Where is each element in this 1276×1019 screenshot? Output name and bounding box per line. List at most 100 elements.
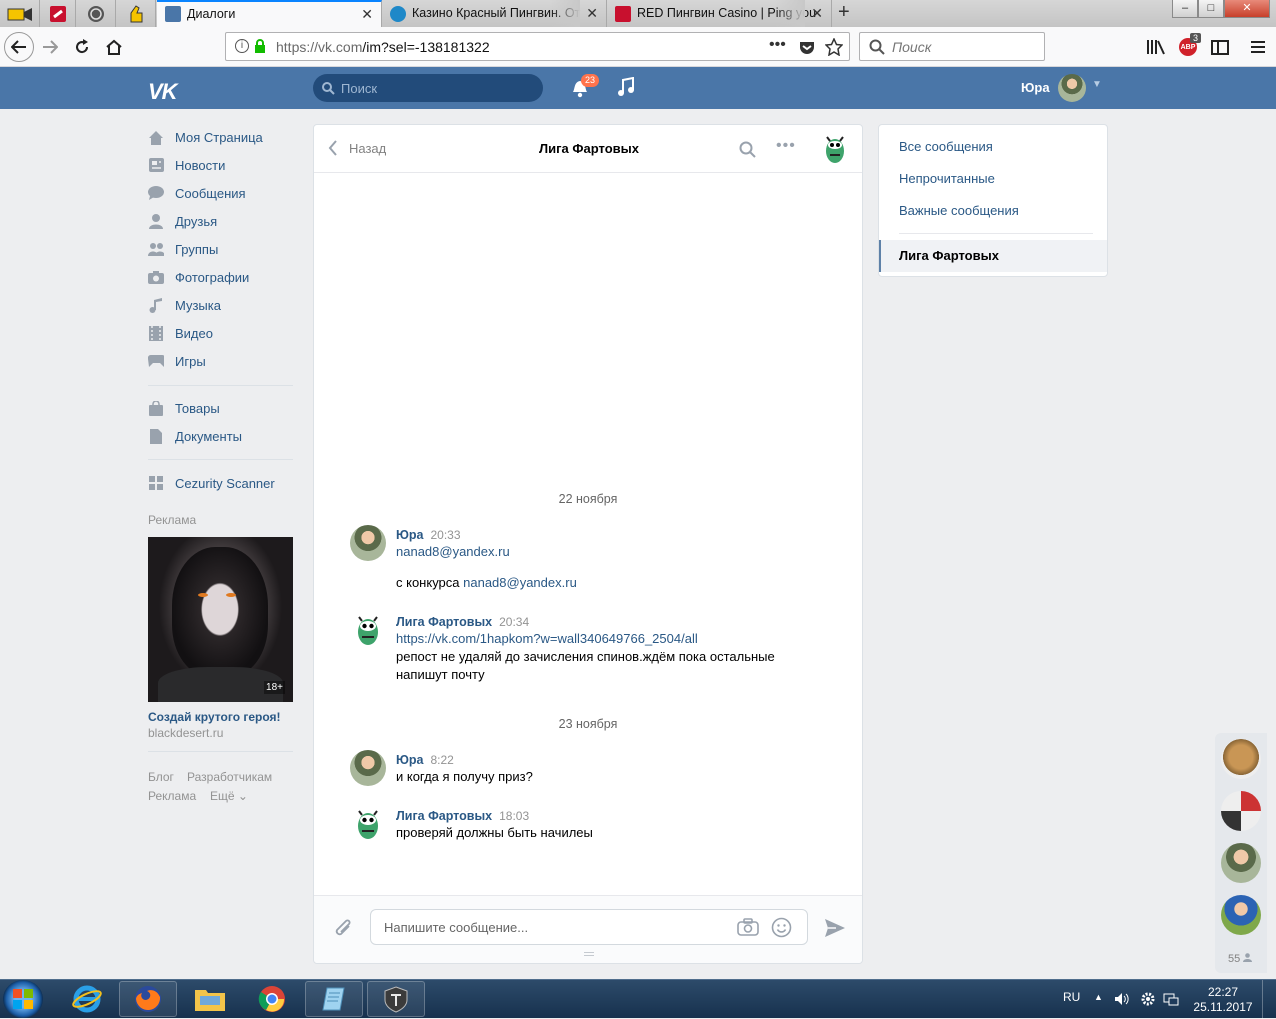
sidebar-item-documents[interactable]: Документы	[148, 422, 298, 450]
ad-domain[interactable]: blackdesert.ru	[148, 726, 223, 740]
show-desktop-button[interactable]	[1262, 980, 1276, 1019]
pinned-tab-3[interactable]	[76, 0, 116, 27]
message-email-link[interactable]: nanad8@yandex.ru	[463, 575, 577, 590]
ad-image[interactable]: 18+	[148, 537, 293, 702]
sidebar-item-video[interactable]: Видео	[148, 319, 298, 347]
footer-link-blog[interactable]: Блог	[148, 770, 174, 784]
tab-casino-1[interactable]: Казино Красный Пингвин. От ✕	[382, 0, 607, 27]
footer-link-ads[interactable]: Реклама	[148, 789, 196, 803]
message-input[interactable]: Напишите сообщение...	[370, 909, 808, 945]
message-email-link[interactable]: nanad8@yandex.ru	[396, 544, 510, 559]
filter-important[interactable]: Важные сообщения	[899, 203, 1019, 218]
more-actions-icon[interactable]: •••	[776, 137, 796, 155]
close-tab-icon[interactable]: ✕	[586, 0, 598, 27]
library-button[interactable]	[1142, 33, 1170, 61]
sidebar-item-games[interactable]: Игры	[148, 347, 298, 375]
friend-avatar[interactable]	[1221, 843, 1261, 883]
info-icon[interactable]: i	[235, 39, 249, 53]
music-player-icon[interactable]	[617, 77, 635, 97]
home-button[interactable]	[100, 33, 128, 61]
sidebar-button[interactable]	[1206, 33, 1234, 61]
search-icon[interactable]	[739, 141, 756, 158]
online-count[interactable]: 55	[1228, 953, 1253, 965]
ad-title-link[interactable]: Создай крутого героя!	[148, 710, 281, 724]
pinned-tab-4[interactable]	[116, 0, 156, 27]
filter-selected-dialog[interactable]: Лига Фартовых	[879, 240, 1107, 272]
browser-search-field[interactable]: Поиск	[859, 32, 1045, 61]
message-author[interactable]: Лига Фартовых 20:34	[396, 615, 529, 629]
sidebar-item-news[interactable]: Новости	[148, 151, 298, 179]
message-avatar-yura[interactable]	[350, 525, 386, 561]
footer-link-developers[interactable]: Разработчикам	[187, 770, 272, 784]
message-avatar-liga[interactable]	[350, 611, 386, 647]
taskbar-explorer[interactable]	[181, 981, 239, 1017]
adblock-button[interactable]: ABP 3	[1174, 33, 1202, 61]
forward-button[interactable]	[36, 33, 64, 61]
address-bar[interactable]: i https://vk.com/im?sel=-138181322 •••	[225, 32, 850, 61]
chevron-down-icon[interactable]: ▼	[1092, 79, 1102, 90]
bookmark-star-icon[interactable]	[825, 38, 843, 56]
sidebar-item-goods[interactable]: Товары	[148, 394, 298, 422]
message-time[interactable]: 18:03	[499, 809, 529, 823]
menu-button[interactable]	[1244, 33, 1272, 61]
taskbar-ie[interactable]	[58, 981, 116, 1017]
reload-button[interactable]	[68, 33, 96, 61]
sidebar-item-photos[interactable]: Фотографии	[148, 263, 298, 291]
sidebar-item-groups[interactable]: Группы	[148, 235, 298, 263]
sidebar-item-messages[interactable]: Сообщения	[148, 179, 298, 207]
tray-expand-icon[interactable]: ▲	[1094, 992, 1103, 1002]
tab-casino-2[interactable]: RED Пингвин Casino | Ping you ✕	[607, 0, 832, 27]
message-time[interactable]: 8:22	[430, 753, 453, 767]
sidebar-item-friends[interactable]: Друзья	[148, 207, 298, 235]
emoji-icon[interactable]	[771, 917, 792, 938]
friend-avatar[interactable]	[1221, 791, 1261, 831]
pinned-tab-1[interactable]	[0, 0, 40, 27]
pinned-tab-2[interactable]	[40, 0, 76, 27]
filter-all-messages[interactable]: Все сообщения	[899, 139, 993, 154]
maximize-button[interactable]: □	[1198, 0, 1224, 18]
message-author[interactable]: Юра 8:22	[396, 753, 454, 767]
message-avatar-liga[interactable]	[350, 805, 386, 841]
vk-search-input[interactable]: Поиск	[313, 74, 543, 102]
new-tab-button[interactable]: +	[838, 0, 850, 24]
taskbar-clock[interactable]: 22:27 25.11.2017	[1193, 985, 1253, 1015]
filter-unread[interactable]: Непрочитанные	[899, 171, 995, 186]
start-button[interactable]	[3, 980, 43, 1018]
send-icon[interactable]	[824, 918, 846, 938]
minimize-button[interactable]: –	[1172, 0, 1198, 18]
taskbar-chrome[interactable]	[243, 981, 301, 1017]
volume-icon[interactable]	[1114, 992, 1130, 1006]
settings-gear-icon[interactable]	[1140, 991, 1156, 1007]
message-time[interactable]: 20:33	[430, 528, 460, 542]
taskbar-notepad[interactable]	[305, 981, 363, 1017]
taskbar-world-of-tanks[interactable]	[367, 981, 425, 1017]
vk-logo[interactable]: VK	[148, 79, 178, 105]
friend-avatar[interactable]	[1221, 895, 1261, 935]
tab-dialogs[interactable]: Диалоги ✕	[157, 0, 382, 27]
close-window-button[interactable]: ✕	[1224, 0, 1270, 18]
message-author[interactable]: Лига Фартовых 18:03	[396, 809, 529, 823]
message-author[interactable]: Юра 20:33	[396, 528, 461, 542]
pocket-icon[interactable]	[799, 40, 815, 55]
message-avatar-yura[interactable]	[350, 750, 386, 786]
close-tab-icon[interactable]: ✕	[361, 2, 373, 26]
message-time[interactable]: 20:34	[499, 615, 529, 629]
language-indicator[interactable]: RU	[1063, 990, 1080, 1004]
header-user-name[interactable]: Юра	[1021, 80, 1050, 95]
sidebar-item-music[interactable]: Музыка	[148, 291, 298, 319]
camera-icon[interactable]	[737, 918, 759, 936]
taskbar-firefox[interactable]	[119, 981, 177, 1017]
network-icon[interactable]	[1163, 991, 1179, 1007]
message-url-link[interactable]: https://vk.com/1hapkom?w=wall340649766_2…	[396, 631, 698, 646]
close-tab-icon[interactable]: ✕	[811, 0, 823, 27]
footer-link-more[interactable]: Ещё ⌄	[210, 789, 248, 803]
back-button[interactable]	[4, 32, 34, 62]
resize-handle-icon[interactable]	[584, 952, 594, 956]
sidebar-item-cezurity[interactable]: Cezurity Scanner	[148, 469, 298, 497]
friend-avatar[interactable]	[1221, 739, 1261, 779]
group-avatar[interactable]	[821, 133, 849, 165]
sidebar-item-my-page[interactable]: Моя Страница	[148, 123, 298, 151]
header-avatar[interactable]	[1058, 74, 1086, 102]
paperclip-icon[interactable]	[334, 918, 354, 940]
page-actions-icon[interactable]: •••	[769, 36, 786, 54]
